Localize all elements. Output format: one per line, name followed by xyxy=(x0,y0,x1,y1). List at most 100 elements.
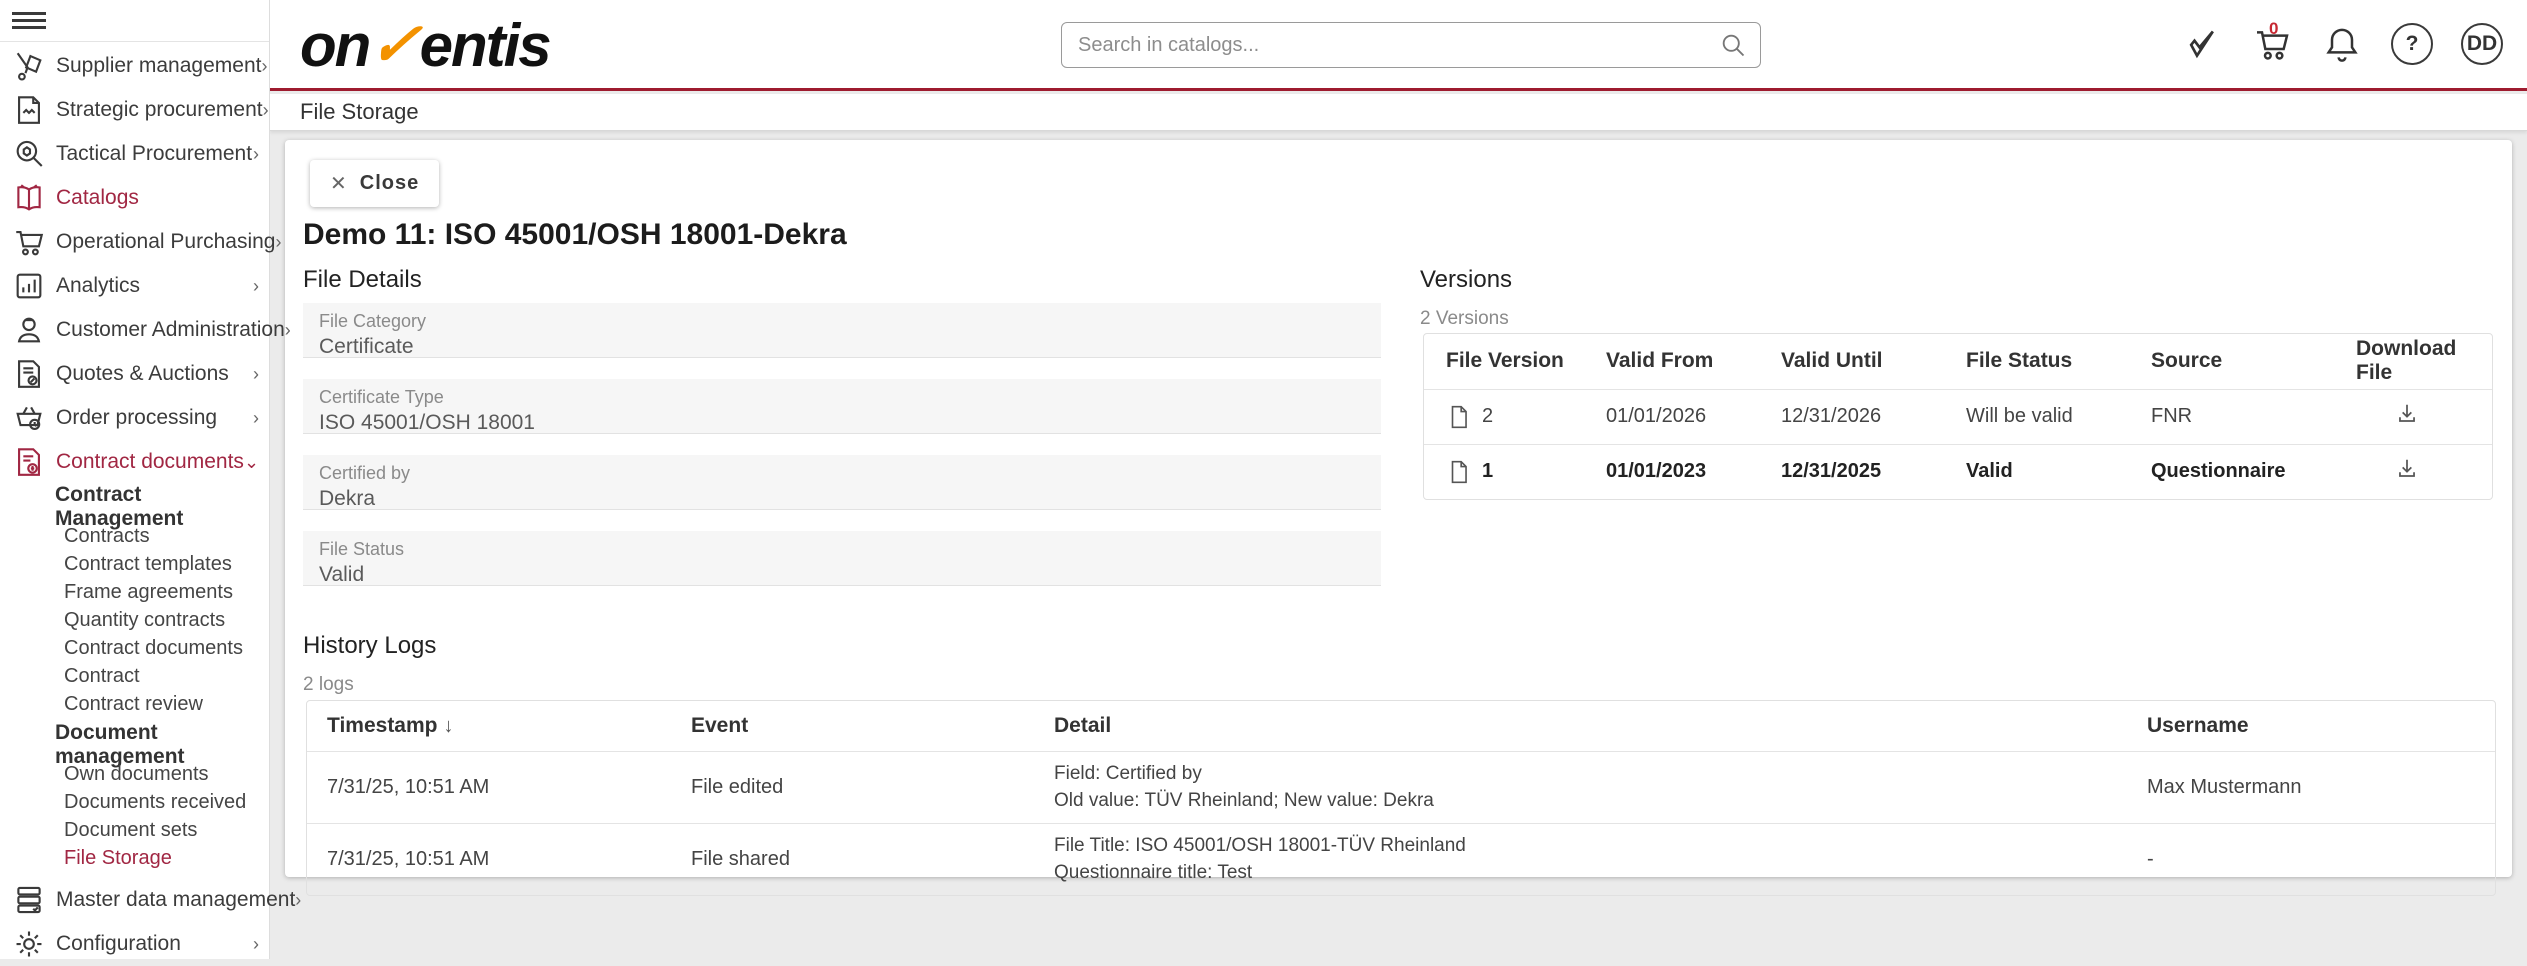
sidebar-item-supplier-management[interactable]: Supplier management › xyxy=(0,44,269,88)
versions-header-row: File Version Valid From Valid Until File… xyxy=(1424,334,2492,389)
document-percent-icon xyxy=(12,357,46,391)
log-timestamp: 7/31/25, 10:51 AM xyxy=(307,823,671,895)
catalog-search xyxy=(1061,22,1761,68)
sidebar-item-catalogs[interactable]: Catalogs xyxy=(0,176,269,220)
chevron-right-icon: › xyxy=(295,890,301,911)
close-button[interactable]: ✕ Close xyxy=(310,160,439,207)
cart-button[interactable]: 0 xyxy=(2251,23,2293,65)
chevron-right-icon: › xyxy=(253,408,259,429)
sidebar-item-analytics[interactable]: Analytics › xyxy=(0,264,269,308)
sidebar-item-strategic-procurement[interactable]: Strategic procurement › xyxy=(0,88,269,132)
download-icon xyxy=(2394,401,2420,427)
search-input[interactable] xyxy=(1061,22,1761,68)
file-storage-detail-card: ✕ Close Demo 11: ISO 45001/OSH 18001-Dek… xyxy=(285,140,2512,877)
download-file-button[interactable] xyxy=(2394,401,2420,427)
log-username: Max Mustermann xyxy=(2127,751,2495,823)
history-logs-count: 2 logs xyxy=(303,674,354,696)
bar-chart-icon xyxy=(12,269,46,303)
col-file-version: File Version xyxy=(1424,334,1584,389)
sidebar-item-contract[interactable]: Contract xyxy=(0,662,269,690)
field-file-status: File Status Valid xyxy=(303,531,1381,586)
sidebar-item-customer-administration[interactable]: Customer Administration › xyxy=(0,308,269,352)
sidebar-item-master-data-management[interactable]: Master data management › xyxy=(0,878,269,922)
versions-count: 2 Versions xyxy=(1420,308,1509,330)
sidebar-item-quotes-auctions[interactable]: Quotes & Auctions › xyxy=(0,352,269,396)
version-row[interactable]: 2 01/01/2026 12/31/2026 Will be valid FN… xyxy=(1424,389,2492,444)
chevron-right-icon: › xyxy=(253,934,259,955)
approvals-check-icon[interactable] xyxy=(2181,23,2223,65)
sidebar-item-order-processing[interactable]: Order processing › xyxy=(0,396,269,440)
person-icon xyxy=(12,313,46,347)
sidebar-item-document-sets[interactable]: Document sets xyxy=(0,816,269,844)
notifications-bell-icon[interactable] xyxy=(2321,23,2363,65)
log-event: File edited xyxy=(671,751,1034,823)
hamburger-menu-button[interactable] xyxy=(0,0,269,42)
col-valid-until: Valid Until xyxy=(1759,334,1944,389)
sidebar-item-documents-received[interactable]: Documents received xyxy=(0,788,269,816)
col-download-file: Download File xyxy=(2334,334,2492,389)
sidebar-item-contract-documents[interactable]: Contract documents ⌄ xyxy=(0,440,269,484)
chevron-right-icon: › xyxy=(253,144,259,165)
chevron-right-icon: › xyxy=(285,320,291,341)
col-file-status: File Status xyxy=(1944,334,2129,389)
sidebar-item-operational-purchasing[interactable]: Operational Purchasing › xyxy=(0,220,269,264)
chevron-right-icon: › xyxy=(253,364,259,385)
log-event: File shared xyxy=(671,823,1034,895)
gear-icon xyxy=(12,927,46,961)
history-log-row: 7/31/25, 10:51 AM File edited Field: Cer… xyxy=(307,751,2495,823)
search-icon[interactable] xyxy=(1719,31,1747,59)
field-certified-by: Certified by Dekra xyxy=(303,455,1381,510)
sidebar-group-contract-management: Contract Management xyxy=(0,492,269,522)
cart-badge: 0 xyxy=(2269,19,2278,39)
user-avatar[interactable]: DD xyxy=(2461,23,2503,65)
download-file-button[interactable] xyxy=(2394,456,2420,482)
sidebar-item-contract-templates[interactable]: Contract templates xyxy=(0,550,269,578)
col-timestamp-sort[interactable]: Timestamp↓ xyxy=(307,701,671,751)
sidebar-item-contract-review[interactable]: Contract review xyxy=(0,690,269,718)
page-title: Demo 11: ISO 45001/OSH 18001-Dekra xyxy=(303,218,847,252)
history-logs-table: Timestamp↓ Event Detail Username 7/31/25… xyxy=(306,700,2496,896)
sidebar: Supplier management › Strategic procurem… xyxy=(0,0,270,959)
help-button[interactable]: ? xyxy=(2391,23,2433,65)
history-logs-heading: History Logs xyxy=(303,632,436,660)
sidebar-item-file-storage[interactable]: File Storage xyxy=(0,844,269,872)
basket-clock-icon xyxy=(12,401,46,435)
sidebar-item-tactical-procurement[interactable]: Tactical Procurement › xyxy=(0,132,269,176)
history-log-row: 7/31/25, 10:51 AM File shared File Title… xyxy=(307,823,2495,895)
file-icon xyxy=(1446,459,1472,485)
field-file-category: File Category Certificate xyxy=(303,303,1381,358)
version-status: Valid xyxy=(1944,444,2129,499)
hamburger-icon xyxy=(12,8,46,33)
breadcrumb: File Storage xyxy=(300,99,419,125)
col-username: Username xyxy=(2127,701,2495,751)
breadcrumb-bar: File Storage xyxy=(270,94,2527,131)
file-details-fields: File Category Certificate Certificate Ty… xyxy=(303,303,1381,607)
onventis-logo: on✓entis xyxy=(300,10,550,80)
history-header-row: Timestamp↓ Event Detail Username xyxy=(307,701,2495,751)
col-source: Source xyxy=(2129,334,2334,389)
open-book-icon xyxy=(12,181,46,215)
sidebar-item-contract-documents-sub[interactable]: Contract documents xyxy=(0,634,269,662)
sort-desc-icon: ↓ xyxy=(444,715,454,737)
chevron-right-icon: › xyxy=(275,232,281,253)
top-header: on✓entis 0 ? DD xyxy=(270,0,2527,91)
col-valid-from: Valid From xyxy=(1584,334,1759,389)
version-row[interactable]: 1 01/01/2023 12/31/2025 Valid Questionna… xyxy=(1424,444,2492,499)
close-icon: ✕ xyxy=(330,171,348,196)
version-status: Will be valid xyxy=(1944,389,2129,444)
cart-icon xyxy=(12,225,46,259)
document-handshake-icon xyxy=(12,93,46,127)
field-certificate-type: Certificate Type ISO 45001/OSH 18001 xyxy=(303,379,1381,434)
chevron-right-icon: › xyxy=(263,100,269,121)
col-detail: Detail xyxy=(1034,701,2127,751)
sidebar-item-frame-agreements[interactable]: Frame agreements xyxy=(0,578,269,606)
log-username: - xyxy=(2127,823,2495,895)
sidebar-group-document-management: Document management xyxy=(0,730,269,760)
magnifier-cube-icon xyxy=(12,137,46,171)
chevron-right-icon: › xyxy=(261,56,267,77)
file-details-heading: File Details xyxy=(303,266,422,294)
log-detail: Field: Certified by Old value: TÜV Rhein… xyxy=(1034,751,2127,823)
sidebar-item-configuration[interactable]: Configuration › xyxy=(0,922,269,966)
document-coin-icon xyxy=(12,445,46,479)
sidebar-item-quantity-contracts[interactable]: Quantity contracts xyxy=(0,606,269,634)
